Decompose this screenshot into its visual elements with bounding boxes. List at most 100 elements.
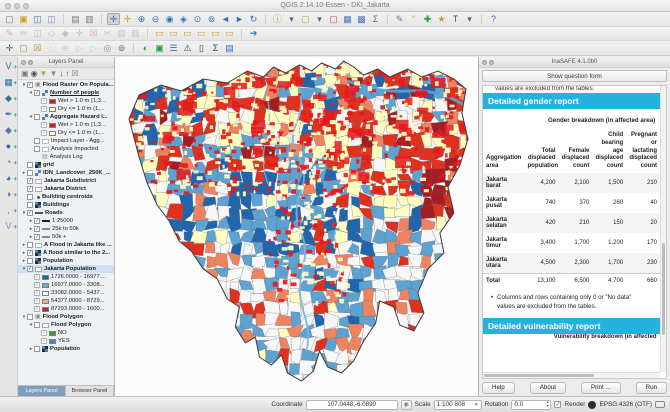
inasafe-osm-downloader-icon[interactable]: ☰ bbox=[167, 42, 180, 54]
horizontal-scrollbar[interactable] bbox=[483, 372, 660, 378]
tab-browser-panel[interactable]: Browser Panel bbox=[66, 386, 114, 396]
layer-visibility-checkbox[interactable]: ✓ bbox=[27, 266, 33, 272]
save-project-icon[interactable]: ◫ bbox=[31, 13, 44, 25]
action-two-disabled-icon[interactable]: ▷ bbox=[87, 42, 100, 54]
layer-visibility-checkbox[interactable]: ✓ bbox=[41, 98, 47, 104]
help-icon[interactable]: ? bbox=[487, 13, 500, 25]
coordinate-input[interactable] bbox=[306, 400, 398, 410]
tree-row-dry-1-0-m-1[interactable]: ✓Dry <= 1.0 m (1,... bbox=[18, 129, 114, 137]
inasafe-batch-runner-icon[interactable]: Σ bbox=[209, 42, 222, 54]
add-vector-layer-icon[interactable]: V bbox=[2, 60, 15, 72]
copy-features-icon[interactable]: ▤ bbox=[115, 28, 128, 40]
tree-row-wet-1-0-m-1-3[interactable]: ✓Wet > 1.0 m (1,3... bbox=[18, 97, 114, 105]
layer-visibility-checkbox[interactable]: ✓ bbox=[27, 250, 33, 256]
inasafe-panel-close-button[interactable] bbox=[482, 60, 487, 65]
tree-row-jakarta-subdistrict[interactable]: ✓Jakarta Subdistrict bbox=[18, 177, 114, 185]
layer-visibility-checkbox[interactable]: ✓ bbox=[41, 338, 47, 344]
filter-legend-icon[interactable]: ▼ bbox=[40, 70, 48, 78]
labeling-options-icon[interactable]: ▭ bbox=[153, 28, 166, 40]
zoom-last-icon[interactable]: ◄ bbox=[219, 13, 232, 25]
move-feature-icon[interactable]: ✛ bbox=[73, 28, 86, 40]
layer-visibility-checkbox[interactable]: ✓ bbox=[27, 210, 33, 216]
pin-labels-icon[interactable]: ▭ bbox=[167, 28, 180, 40]
save-layer-edits-icon[interactable]: ◫ bbox=[31, 28, 44, 40]
scale-combobox[interactable]: 1:100 808 ▼ bbox=[434, 400, 482, 410]
layer-visibility-checkbox[interactable] bbox=[34, 322, 40, 328]
select-features-icon[interactable]: ▢ bbox=[299, 13, 312, 25]
layer-visibility-checkbox[interactable]: ✓ bbox=[27, 186, 33, 192]
messages-log-icon[interactable] bbox=[655, 401, 665, 408]
jakarta-flood-map[interactable] bbox=[115, 57, 478, 396]
layer-visibility-checkbox[interactable]: ✓ bbox=[34, 218, 40, 224]
horizontal-scrollbar-thumb[interactable] bbox=[484, 374, 594, 377]
attribute-table-icon[interactable]: ▦ bbox=[341, 13, 354, 25]
inasafe-minimum-needs-icon[interactable]: ▣ bbox=[153, 42, 166, 54]
layer-visibility-checkbox[interactable] bbox=[27, 170, 33, 176]
render-checkbox[interactable]: ✓ bbox=[554, 401, 561, 408]
deselect-features-icon[interactable]: ▢ bbox=[327, 13, 340, 25]
zoom-to-layer-icon[interactable]: ⊚ bbox=[205, 13, 218, 25]
add-raster-layer-icon[interactable]: ▦ bbox=[2, 76, 15, 88]
show-question-form-button[interactable]: Show question form bbox=[482, 70, 667, 82]
layer-visibility-checkbox[interactable]: ✓ bbox=[34, 90, 40, 96]
new-composer-icon[interactable]: ▤ bbox=[69, 13, 82, 25]
add-wfs-layer-icon[interactable]: ◑ bbox=[2, 188, 15, 200]
identify-disabled-icon[interactable]: ⓘ bbox=[45, 42, 58, 54]
tree-row-wet-1-0-m-1-3[interactable]: ✓Wet > 1.0 m (1,3... bbox=[18, 121, 114, 129]
change-label-icon[interactable]: ▭ bbox=[223, 28, 236, 40]
expand-all-icon[interactable]: ↓ bbox=[59, 70, 63, 78]
add-wcs-layer-icon[interactable]: ◕ bbox=[2, 172, 15, 184]
zoom-out-icon[interactable]: ⊖ bbox=[149, 13, 162, 25]
inasafe-shakemap-icon[interactable]: ▯ bbox=[195, 42, 208, 54]
map-canvas[interactable] bbox=[115, 57, 478, 396]
tree-row-population[interactable]: ▸Population bbox=[18, 257, 114, 265]
layer-visibility-checkbox[interactable] bbox=[27, 202, 33, 208]
vertical-scrollbar[interactable] bbox=[660, 86, 666, 372]
new-bookmark-icon[interactable]: ✚ bbox=[421, 13, 434, 25]
layer-visibility-checkbox[interactable] bbox=[27, 162, 33, 168]
layer-visibility-checkbox[interactable] bbox=[34, 146, 40, 152]
node-tool-icon[interactable]: ◇ bbox=[45, 28, 58, 40]
tree-row-population[interactable]: ▸Population bbox=[18, 345, 114, 353]
tree-row-dry-1-0-m-1[interactable]: ✓Dry <= 1.0 m (1,... bbox=[18, 105, 114, 113]
move-label-icon[interactable]: ▭ bbox=[195, 28, 208, 40]
layer-visibility-checkbox[interactable]: ✓ bbox=[34, 306, 40, 312]
add-group-icon[interactable]: ▣ bbox=[21, 70, 29, 78]
layers-panel-float-button[interactable] bbox=[28, 60, 33, 65]
tree-row-jakarta-population[interactable]: ▾✓Jakarta Population bbox=[18, 265, 114, 273]
layer-visibility-checkbox[interactable]: ✓ bbox=[27, 82, 33, 88]
measure-icon[interactable]: ✎ bbox=[393, 13, 406, 25]
add-mssql-layer-icon[interactable]: ◆ bbox=[2, 124, 15, 136]
manage-visibility-icon[interactable]: ◉ bbox=[31, 70, 38, 78]
tree-row-building-centroids[interactable]: Building centroids bbox=[18, 193, 114, 201]
zoom-native-icon[interactable]: ◉ bbox=[163, 13, 176, 25]
tree-row-number-of-people[interactable]: ▾✓Number of people bbox=[18, 89, 114, 97]
layer-visibility-checkbox[interactable]: ✓ bbox=[34, 290, 40, 296]
minimize-window-button[interactable] bbox=[14, 3, 20, 9]
add-delimited-text-icon[interactable]: , bbox=[2, 204, 15, 216]
layer-visibility-checkbox[interactable] bbox=[34, 138, 40, 144]
inasafe-impact-report-icon[interactable]: ⚠ bbox=[181, 42, 194, 54]
tree-row-a-flood-similar-to-the-2[interactable]: ▸✓A flood similar to the 2... bbox=[18, 249, 114, 257]
remove-layer-icon[interactable]: ☒ bbox=[71, 70, 78, 78]
filter-expression-icon[interactable]: ▼ bbox=[49, 70, 57, 78]
save-project-as-icon[interactable]: ◫ bbox=[45, 13, 58, 25]
tab-layers-panel[interactable]: Layers Panel bbox=[18, 386, 66, 396]
select-rectangle-icon[interactable]: ▢ bbox=[17, 42, 30, 54]
add-spatialite-layer-icon[interactable]: ✒ bbox=[2, 108, 15, 120]
tree-row-25k-to-50k[interactable]: ▸✓25k to 50k bbox=[18, 225, 114, 233]
open-project-icon[interactable]: ▣ bbox=[17, 13, 30, 25]
zoom-full-icon[interactable]: ◈ bbox=[177, 13, 190, 25]
layer-visibility-checkbox[interactable]: ✓ bbox=[41, 122, 47, 128]
tree-row-1726-0000-16977[interactable]: ✓1726.0000 - 16977.... bbox=[18, 273, 114, 281]
delete-selected-icon[interactable]: ☒ bbox=[87, 28, 100, 40]
tree-row-flood-polygon[interactable]: ▾Flood Polygon bbox=[18, 321, 114, 329]
pan-map-icon[interactable]: ✛ bbox=[107, 13, 120, 25]
tree-row-16977-0000-3308[interactable]: ✓16977.0000 - 3308... bbox=[18, 281, 114, 289]
zoom-next-icon[interactable]: ► bbox=[233, 13, 246, 25]
text-annotation-icon[interactable]: T bbox=[449, 13, 462, 25]
add-oracle-layer-icon[interactable]: ● bbox=[2, 140, 15, 152]
identify-features-icon[interactable]: ⓘ bbox=[271, 13, 284, 25]
rotate-label-icon[interactable]: ▭ bbox=[209, 28, 222, 40]
add-wms-layer-icon[interactable]: ◔ bbox=[2, 156, 15, 168]
